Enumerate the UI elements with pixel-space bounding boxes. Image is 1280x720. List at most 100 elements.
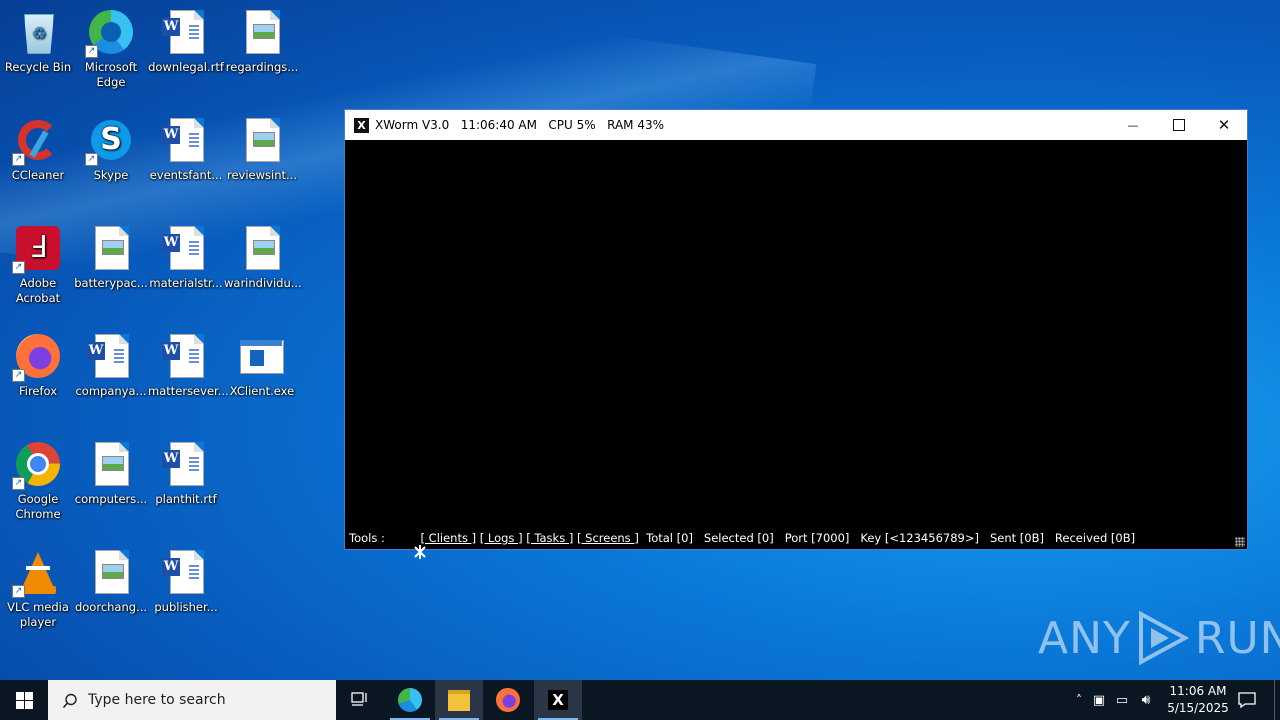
edge-icon: ↗ [85, 8, 135, 58]
clients-panel[interactable] [345, 140, 1247, 527]
desktop-icon[interactable]: batterypac... [73, 224, 149, 291]
desktop-icon[interactable]: ↗ CCleaner [0, 116, 76, 183]
taskbar-edge-button[interactable] [386, 680, 434, 720]
desktop-icon[interactable]: Wcompanya... [73, 332, 149, 399]
image-file-icon [238, 116, 286, 164]
desktop-icon-label: publisher... [154, 600, 218, 614]
meet-now-icon[interactable]: ▣ [1088, 693, 1110, 708]
watermark-right: RUN [1194, 612, 1280, 664]
desktop-icon-label: Firefox [18, 384, 58, 398]
image-file-icon [87, 440, 135, 488]
desktop-icon[interactable]: ↗ Google Chrome [0, 440, 76, 522]
window-titlebar[interactable]: X XWorm V3.0 11:06:40 AM CPU 5% RAM 43% … [345, 110, 1247, 140]
minimize-icon: — [1127, 118, 1139, 132]
recycle-bin-icon: ♻ [14, 8, 62, 56]
firefox-icon: ↗ [12, 332, 62, 382]
system-tray: ˄ ▣ ▭ 🔊︎ [1070, 680, 1158, 720]
desktop-icon-label: materialstr... [149, 276, 223, 290]
maximize-button[interactable] [1156, 110, 1202, 140]
tools-icon[interactable] [391, 530, 427, 559]
search-icon [62, 693, 77, 709]
logs-link[interactable]: [ Logs ] [480, 531, 523, 545]
desktop-icon-label: Adobe Acrobat [15, 276, 61, 305]
network-icon[interactable]: ▭ [1110, 693, 1134, 708]
clients-link[interactable]: [ Clients ] [421, 531, 477, 545]
taskbar-firefox-button[interactable] [484, 680, 532, 720]
desktop-icon-label: Google Chrome [15, 492, 61, 521]
word-doc-icon: W [162, 224, 210, 272]
anyrun-watermark: ANY RUN [1038, 608, 1280, 668]
ccleaner-icon: ↗ [12, 116, 62, 166]
clock[interactable]: 11:06 AM 5/15/2025 [1163, 683, 1233, 717]
desktop-icon[interactable]: Wdownlegal.rtf [148, 8, 224, 75]
desktop-icon[interactable]: Weventsfant... [148, 116, 224, 183]
desktop-icon-label: mattersever... [148, 384, 229, 398]
close-button[interactable]: ✕ [1201, 110, 1247, 140]
show-desktop-button[interactable] [1274, 680, 1280, 720]
desktop-icon-label: downlegal.rtf [148, 60, 224, 74]
play-logo-icon [1138, 610, 1190, 666]
port-value: Port [7000] [784, 531, 850, 545]
shortcut-arrow-icon: ↗ [12, 477, 25, 490]
resize-grip[interactable] [1235, 537, 1245, 547]
desktop-icon[interactable]: Wplanthit.rtf [148, 440, 224, 507]
key-value: Key [<123456789>] [860, 531, 979, 545]
desktop-icon[interactable]: Wmaterialstr... [148, 224, 224, 291]
notification-icon [1238, 692, 1256, 709]
action-center-button[interactable] [1224, 680, 1270, 720]
taskbar: Type here to search X ˄ ▣ ▭ 🔊︎ 11:06 AM … [0, 680, 1280, 720]
desktop-icon-label: VLC media player [7, 600, 69, 629]
windows-logo-icon [15, 691, 33, 709]
total-count: Total [0] [646, 531, 693, 545]
screens-link[interactable]: [ Screens ] [577, 531, 639, 545]
start-button[interactable] [0, 680, 48, 720]
chevron-up-icon[interactable]: ˄ [1070, 693, 1088, 707]
chrome-icon: ↗ [12, 440, 62, 490]
shortcut-arrow-icon: ↗ [12, 585, 25, 598]
task-view-button[interactable] [336, 680, 384, 720]
sent-value: Sent [0B] [989, 531, 1044, 545]
desktop-icon-label: reviewsint... [227, 168, 297, 182]
image-file-icon [238, 8, 286, 56]
edge-icon [398, 688, 422, 712]
desktop-icon[interactable]: warindividu... [224, 224, 302, 291]
volume-icon[interactable]: 🔊︎ [1134, 692, 1158, 708]
taskbar-xworm-button[interactable]: X [534, 680, 582, 720]
tasks-link[interactable]: [ Tasks ] [526, 531, 573, 545]
desktop-icon[interactable]: regardings... [224, 8, 300, 75]
desktop-icon[interactable]: computers... [73, 440, 149, 507]
desktop-icon[interactable]: doorchang... [73, 548, 149, 615]
desktop-icon[interactable]: ↗ VLC media player [0, 548, 76, 630]
search-box[interactable]: Type here to search [48, 680, 336, 720]
word-doc-icon: W [162, 548, 210, 596]
desktop-icon[interactable]: Wpublisher... [148, 548, 224, 615]
desktop-icon[interactable]: ♻ Recycle Bin [0, 8, 76, 75]
desktop-icon-label: regardings... [225, 60, 299, 74]
desktop-icon[interactable]: reviewsint... [224, 116, 300, 183]
desktop-icon[interactable]: Ⅎ ↗ Adobe Acrobat [0, 224, 76, 306]
minimize-button[interactable]: — [1110, 110, 1156, 140]
status-bar: Tools : [ Clients ] [ Logs ] [ Tasks ] [… [345, 527, 1247, 559]
window-title: XWorm V3.0 11:06:40 AM CPU 5% RAM 43% [375, 118, 664, 132]
word-doc-icon: W [162, 8, 210, 56]
desktop-icon[interactable]: Wmattersever... [148, 332, 229, 399]
desktop-icon-label: Recycle Bin [4, 60, 72, 74]
file-explorer-icon [448, 689, 470, 711]
desktop-icon[interactable]: XClient.exe [224, 332, 300, 399]
shortcut-arrow-icon: ↗ [85, 45, 98, 58]
desktop-icon-label: batterypac... [74, 276, 148, 290]
desktop-icon[interactable]: S ↗ Skype [73, 116, 149, 183]
xworm-window[interactable]: X XWorm V3.0 11:06:40 AM CPU 5% RAM 43% … [344, 109, 1248, 559]
word-doc-icon: W [162, 332, 210, 380]
desktop-icon[interactable]: ↗ Firefox [0, 332, 76, 399]
word-doc-icon: W [87, 332, 135, 380]
desktop-icon-label: warindividu... [224, 276, 302, 290]
desktop-icon[interactable]: ↗ Microsoft Edge [73, 8, 149, 90]
taskbar-explorer-button[interactable] [435, 680, 483, 720]
shortcut-arrow-icon: ↗ [12, 369, 25, 382]
word-doc-icon: W [162, 116, 210, 164]
shortcut-arrow-icon: ↗ [85, 153, 98, 166]
desktop-icon-label: eventsfant... [149, 168, 223, 182]
selected-count: Selected [0] [703, 531, 774, 545]
image-file-icon [87, 548, 135, 596]
